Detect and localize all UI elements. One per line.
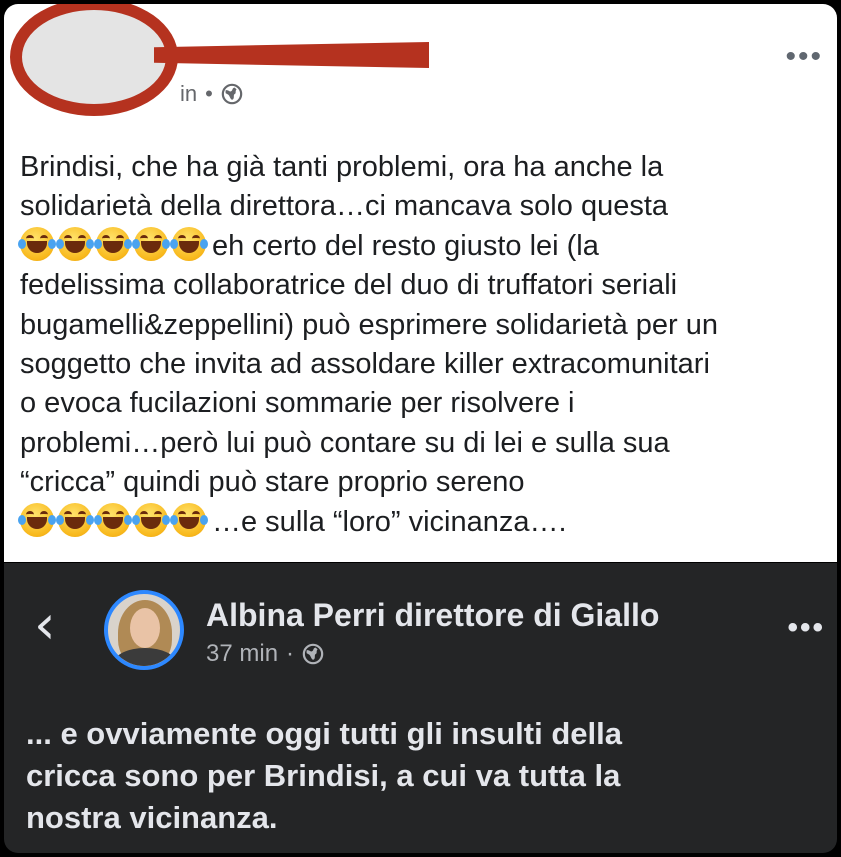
shared-post-meta: 37 min · (206, 639, 324, 669)
face-with-tears-of-joy-icon (56, 502, 94, 537)
post-meta: in • (180, 80, 243, 108)
shared-post-time[interactable]: 37 min (206, 640, 278, 668)
emoji-group (18, 226, 208, 261)
post-line: …e sulla “loro” vicinanza…. (18, 502, 832, 542)
post-body: Brindisi, che ha già tanti problemi, ora… (18, 148, 832, 542)
face-with-tears-of-joy-icon (18, 502, 56, 537)
post-card: in • ••• Brindisi, che ha già tanti prob… (4, 4, 837, 562)
face-with-tears-of-joy-icon (170, 226, 208, 261)
redaction-bar (154, 42, 429, 68)
globe-icon (302, 643, 324, 665)
shared-post-body: ... e ovviamente oggi tutti gli insulti … (26, 713, 826, 839)
post-line-text: …e sulla “loro” vicinanza…. (212, 505, 567, 538)
avatar[interactable] (104, 590, 184, 670)
shared-post-author[interactable]: Albina Perri direttore di Giallo (206, 597, 659, 634)
more-options-icon[interactable]: ••• (785, 42, 823, 72)
more-options-icon[interactable]: ••• (787, 613, 825, 643)
redaction-oval (10, 4, 178, 116)
shared-post-line: nostra vicinanza. (26, 800, 278, 835)
post-line-text: eh certo del resto giusto lei (la (212, 229, 599, 262)
shared-post-line: ... e ovviamente oggi tutti gli insulti … (26, 716, 622, 751)
back-chevron-icon[interactable]: ‹ (34, 598, 74, 653)
post-time: in (180, 81, 198, 106)
shared-post-card: ‹ Albina Perri direttore di Giallo 37 mi… (4, 563, 837, 853)
post-line: fedelissima collaboratrice del duo di tr… (20, 269, 678, 302)
emoji-group (18, 502, 208, 537)
globe-icon (221, 83, 243, 105)
post-line: bugamelli&zeppellini) può esprimere soli… (20, 308, 718, 341)
face-with-tears-of-joy-icon (94, 502, 132, 537)
post-line: problemi…però lui può contare su di lei … (20, 426, 670, 459)
meta-separator: • (205, 81, 213, 106)
post-line: Brindisi, che ha già tanti problemi, ora… (20, 151, 664, 183)
face-with-tears-of-joy-icon (18, 226, 56, 261)
post-line: eh certo del resto giusto lei (la (18, 226, 832, 266)
post-line: solidarietà della direttora…ci mancava s… (20, 190, 669, 223)
face-with-tears-of-joy-icon (170, 502, 208, 537)
shared-post-line: cricca sono per Brindisi, a cui va tutta… (26, 758, 621, 793)
post-line: soggetto che invita ad assoldare killer … (20, 348, 710, 381)
meta-separator: · (286, 640, 295, 667)
post-line: o evoca fucilazioni sommarie per risolve… (20, 387, 575, 420)
post-line: “cricca” quindi può stare proprio sereno (20, 466, 525, 499)
face-with-tears-of-joy-icon (132, 502, 170, 537)
face-with-tears-of-joy-icon (56, 226, 94, 261)
face-with-tears-of-joy-icon (132, 226, 170, 261)
face-with-tears-of-joy-icon (94, 226, 132, 261)
screenshot-frame: in • ••• Brindisi, che ha già tanti prob… (0, 0, 841, 857)
